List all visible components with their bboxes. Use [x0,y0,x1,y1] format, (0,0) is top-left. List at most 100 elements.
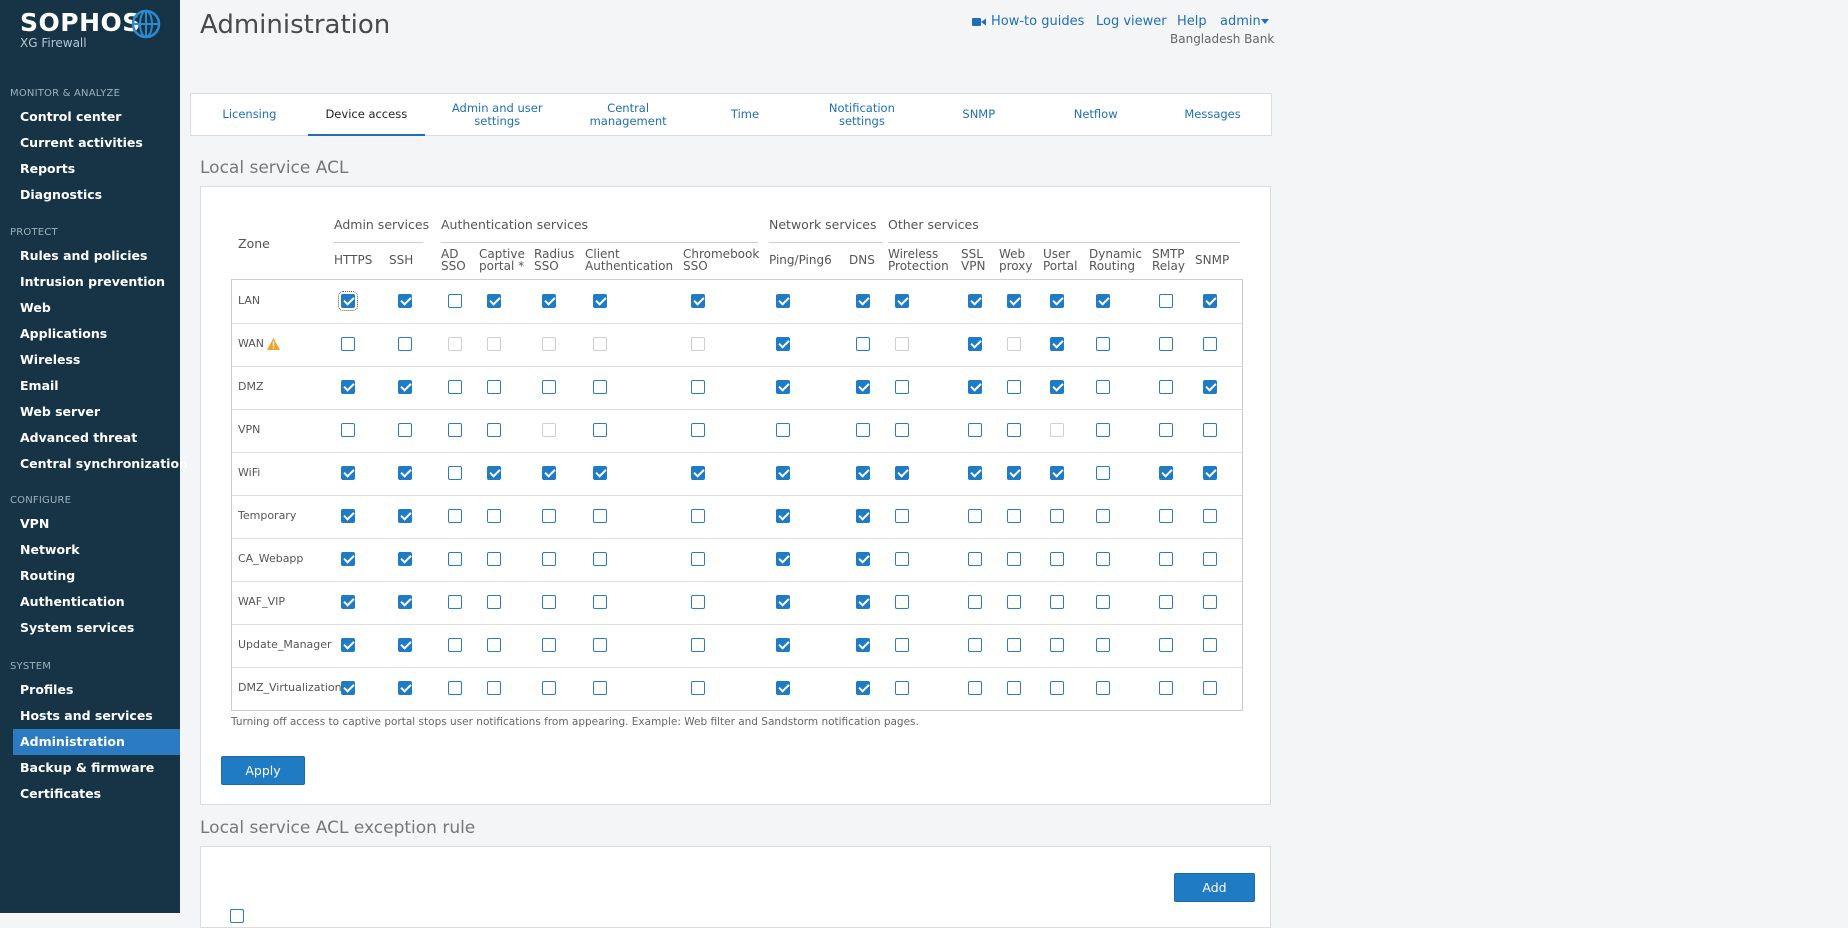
checkbox-waf-vip-snmp[interactable] [1203,595,1217,609]
sidebar-item-web-server[interactable]: Web server [0,399,180,425]
tab-licensing[interactable]: Licensing [191,94,308,135]
checkbox-waf-vip-dynamic-routing[interactable] [1096,595,1110,609]
checkbox-waf-vip-https[interactable] [341,595,355,609]
checkbox-dmz-virtualization-captive-portal[interactable] [487,681,501,695]
checkbox-ca-webapp-dynamic-routing[interactable] [1096,552,1110,566]
sidebar-item-reports[interactable]: Reports [0,156,180,182]
checkbox-lan-radius-sso[interactable] [542,294,556,308]
checkbox-ca-webapp-ad-sso[interactable] [448,552,462,566]
checkbox-lan-smtp-relay[interactable] [1159,294,1173,308]
checkbox-ca-webapp-smtp-relay[interactable] [1159,552,1173,566]
checkbox-dmz-virtualization-ssl-vpn[interactable] [968,681,982,695]
checkbox-lan-dynamic-routing[interactable] [1096,294,1110,308]
checkbox-vpn-snmp[interactable] [1203,423,1217,437]
checkbox-waf-vip-captive-portal[interactable] [487,595,501,609]
checkbox-dmz-dns[interactable] [856,380,870,394]
checkbox-temporary-snmp[interactable] [1203,509,1217,523]
checkbox-update-manager-captive-portal[interactable] [487,638,501,652]
checkbox-wifi-ssh[interactable] [398,466,412,480]
checkbox-wifi-client-authentication[interactable] [593,466,607,480]
checkbox-update-manager-snmp[interactable] [1203,638,1217,652]
checkbox-lan-ad-sso[interactable] [448,294,462,308]
checkbox-dmz-virtualization-snmp[interactable] [1203,681,1217,695]
sidebar-item-system-services[interactable]: System services [0,615,180,641]
checkbox-update-manager-ssh[interactable] [398,638,412,652]
checkbox-dmz-ad-sso[interactable] [448,380,462,394]
checkbox-ca-webapp-ssh[interactable] [398,552,412,566]
checkbox-temporary-ad-sso[interactable] [448,509,462,523]
checkbox-ca-webapp-radius-sso[interactable] [542,552,556,566]
checkbox-temporary-dynamic-routing[interactable] [1096,509,1110,523]
sidebar-item-advanced-threat[interactable]: Advanced threat [0,425,180,451]
checkbox-vpn-wireless-protection[interactable] [895,423,909,437]
checkbox-temporary-ping-ping6[interactable] [776,509,790,523]
checkbox-dmz-snmp[interactable] [1203,380,1217,394]
checkbox-waf-vip-ssl-vpn[interactable] [968,595,982,609]
exception-select-checkbox[interactable] [230,909,244,923]
checkbox-temporary-client-authentication[interactable] [593,509,607,523]
checkbox-wifi-chromebook-sso[interactable] [691,466,705,480]
checkbox-waf-vip-smtp-relay[interactable] [1159,595,1173,609]
checkbox-wifi-https[interactable] [341,466,355,480]
checkbox-dmz-virtualization-smtp-relay[interactable] [1159,681,1173,695]
sidebar-item-hosts-and-services[interactable]: Hosts and services [0,703,180,729]
checkbox-update-manager-ping-ping6[interactable] [776,638,790,652]
checkbox-lan-wireless-protection[interactable] [895,294,909,308]
checkbox-update-manager-dns[interactable] [856,638,870,652]
checkbox-ca-webapp-chromebook-sso[interactable] [691,552,705,566]
checkbox-dmz-virtualization-user-portal[interactable] [1050,681,1064,695]
checkbox-waf-vip-radius-sso[interactable] [542,595,556,609]
sidebar-item-control-center[interactable]: Control center [0,104,180,130]
checkbox-wifi-radius-sso[interactable] [542,466,556,480]
checkbox-lan-snmp[interactable] [1203,294,1217,308]
checkbox-ca-webapp-web-proxy[interactable] [1007,552,1021,566]
sidebar-item-certificates[interactable]: Certificates [0,781,180,807]
sidebar-item-diagnostics[interactable]: Diagnostics [0,182,180,208]
sidebar-item-current-activities[interactable]: Current activities [0,130,180,156]
checkbox-waf-vip-ad-sso[interactable] [448,595,462,609]
tab-netflow[interactable]: Netflow [1037,94,1154,135]
checkbox-ca-webapp-ping-ping6[interactable] [776,552,790,566]
sidebar-item-email[interactable]: Email [0,373,180,399]
checkbox-ca-webapp-ssl-vpn[interactable] [968,552,982,566]
checkbox-vpn-web-proxy[interactable] [1007,423,1021,437]
checkbox-dmz-virtualization-ad-sso[interactable] [448,681,462,695]
checkbox-dmz-ssh[interactable] [398,380,412,394]
checkbox-dmz-client-authentication[interactable] [593,380,607,394]
sidebar-item-web[interactable]: Web [0,295,180,321]
checkbox-lan-user-portal[interactable] [1050,294,1064,308]
checkbox-wifi-smtp-relay[interactable] [1159,466,1173,480]
checkbox-lan-ssl-vpn[interactable] [968,294,982,308]
checkbox-dmz-virtualization-dynamic-routing[interactable] [1096,681,1110,695]
tab-central-management[interactable]: Central management [570,94,687,135]
checkbox-ca-webapp-wireless-protection[interactable] [895,552,909,566]
sidebar-item-authentication[interactable]: Authentication [0,589,180,615]
checkbox-vpn-ssh[interactable] [398,423,412,437]
checkbox-vpn-captive-portal[interactable] [487,423,501,437]
tab-device-access[interactable]: Device access [307,94,425,136]
checkbox-dmz-virtualization-chromebook-sso[interactable] [691,681,705,695]
checkbox-update-manager-client-authentication[interactable] [593,638,607,652]
checkbox-wan-ssl-vpn[interactable] [968,337,982,351]
sidebar-item-network[interactable]: Network [0,537,180,563]
tab-time[interactable]: Time [687,94,804,135]
checkbox-vpn-smtp-relay[interactable] [1159,423,1173,437]
checkbox-dmz-virtualization-client-authentication[interactable] [593,681,607,695]
checkbox-ca-webapp-snmp[interactable] [1203,552,1217,566]
checkbox-dmz-https[interactable] [341,380,355,394]
checkbox-dmz-captive-portal[interactable] [487,380,501,394]
checkbox-wan-smtp-relay[interactable] [1159,337,1173,351]
add-button[interactable]: Add [1174,873,1255,902]
checkbox-waf-vip-chromebook-sso[interactable] [691,595,705,609]
checkbox-waf-vip-web-proxy[interactable] [1007,595,1021,609]
checkbox-wifi-web-proxy[interactable] [1007,466,1021,480]
checkbox-wan-dns[interactable] [856,337,870,351]
checkbox-waf-vip-client-authentication[interactable] [593,595,607,609]
checkbox-vpn-ssl-vpn[interactable] [968,423,982,437]
checkbox-vpn-dynamic-routing[interactable] [1096,423,1110,437]
sidebar-item-profiles[interactable]: Profiles [0,677,180,703]
chevron-down-icon[interactable] [1261,19,1269,25]
checkbox-dmz-user-portal[interactable] [1050,380,1064,394]
checkbox-wifi-ssl-vpn[interactable] [968,466,982,480]
checkbox-vpn-ad-sso[interactable] [448,423,462,437]
